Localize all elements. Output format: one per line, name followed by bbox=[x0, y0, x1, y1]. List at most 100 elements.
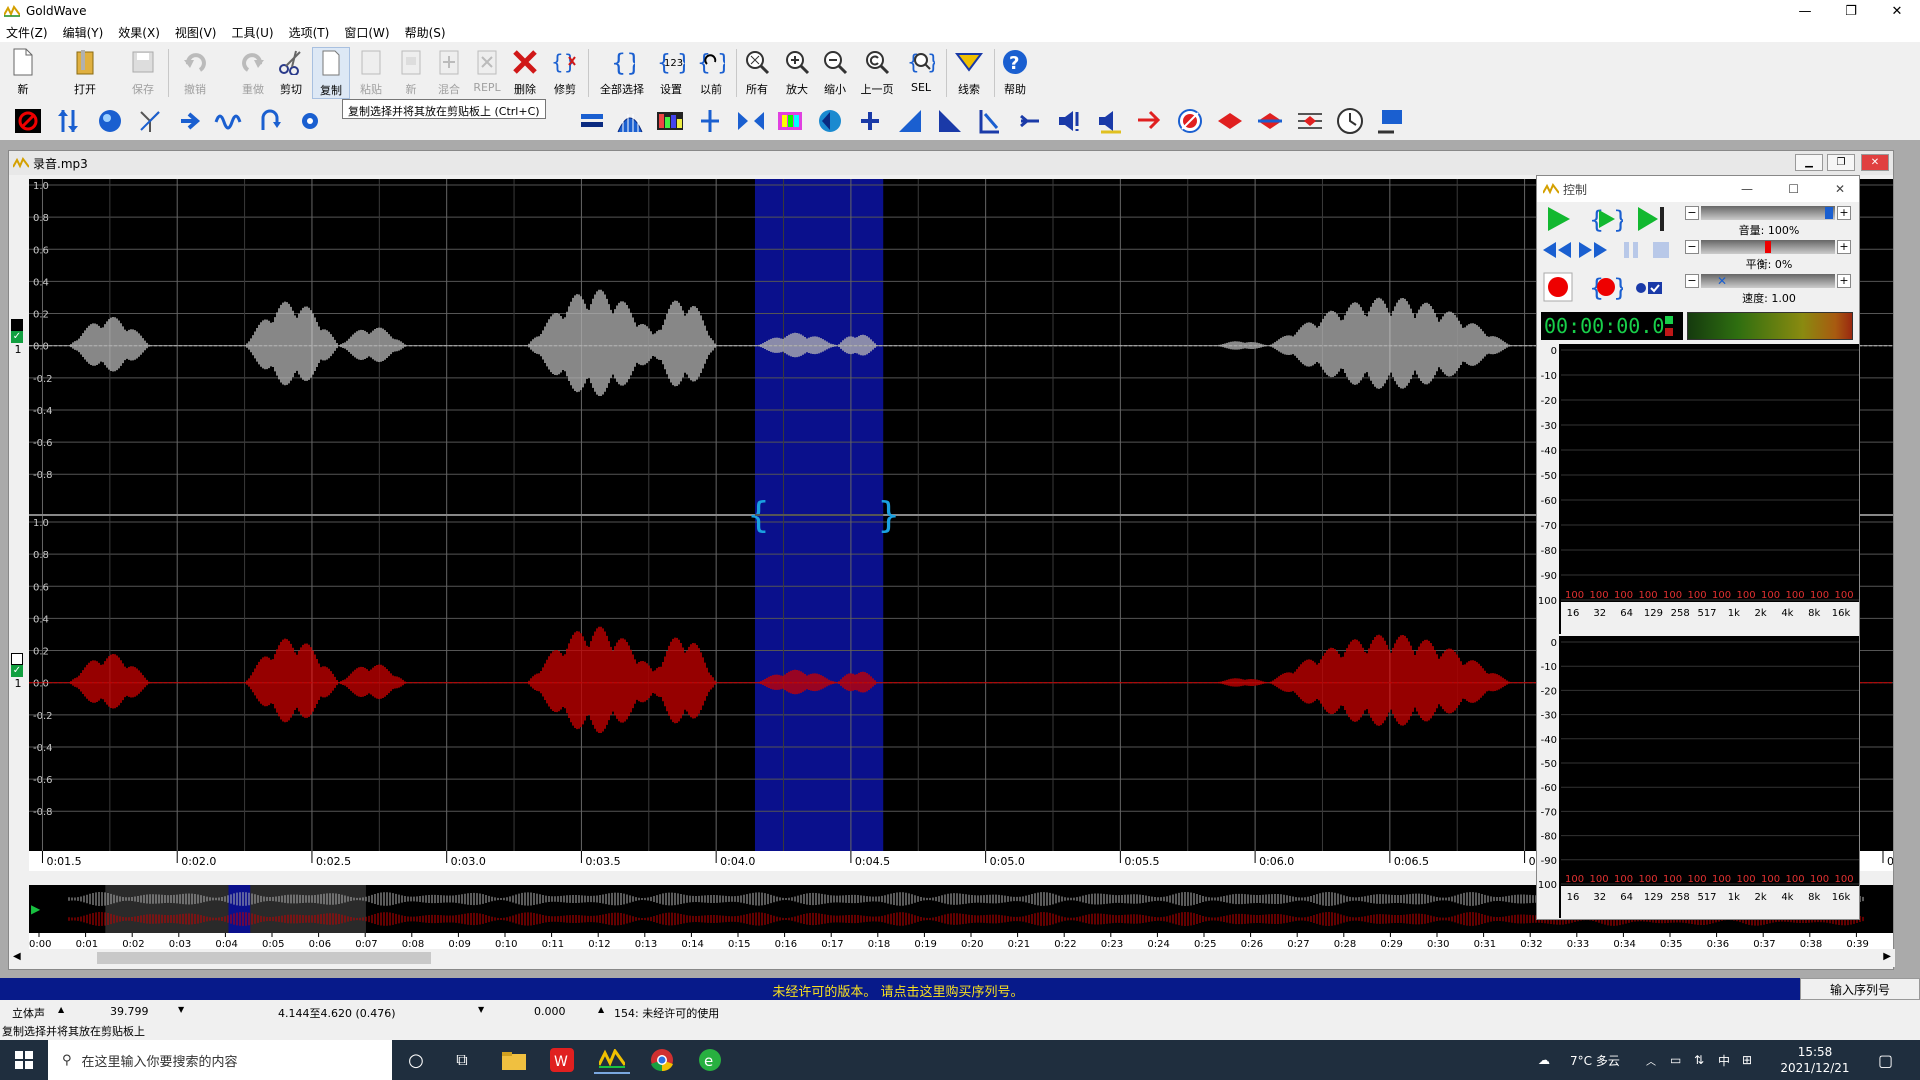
new-button[interactable]: 新 bbox=[4, 47, 42, 97]
volume-plus-icon[interactable]: + bbox=[1837, 206, 1851, 220]
sphere-effect-icon[interactable] bbox=[96, 107, 124, 135]
selection-dropdown-icon[interactable]: ▼ bbox=[478, 1005, 484, 1014]
weather-text[interactable]: 7°C 多云 bbox=[1570, 1040, 1620, 1080]
file-explorer-icon[interactable] bbox=[496, 1046, 532, 1074]
stereo-icon[interactable] bbox=[736, 107, 764, 135]
horizontal-scrollbar[interactable]: ◀ ▶ bbox=[9, 949, 1895, 967]
network-icon[interactable]: ⇅ bbox=[1694, 1040, 1704, 1080]
compress-icon[interactable] bbox=[1016, 107, 1044, 135]
fast-forward-button[interactable] bbox=[1577, 240, 1609, 263]
volume-minus-icon[interactable]: − bbox=[1685, 206, 1699, 220]
wps-icon[interactable]: W bbox=[544, 1046, 580, 1074]
cut-button[interactable]: 剪切 bbox=[272, 47, 310, 97]
spectrum-filter-icon[interactable] bbox=[656, 107, 684, 135]
control-maximize-button[interactable]: ☐ bbox=[1788, 182, 1799, 196]
channels-dropdown-icon[interactable]: ▲ bbox=[58, 1005, 64, 1014]
battery-icon[interactable]: ▭ bbox=[1670, 1040, 1681, 1080]
position-dropdown-icon[interactable]: ▲ bbox=[598, 1005, 604, 1014]
scroll-right-icon[interactable]: ▶ bbox=[1883, 951, 1891, 962]
gear-effect-icon[interactable] bbox=[296, 107, 324, 135]
wave-effect-icon[interactable] bbox=[214, 107, 242, 135]
doc-close-button[interactable]: ✕ bbox=[1861, 154, 1889, 171]
weather-icon[interactable]: ☁ bbox=[1538, 1040, 1550, 1080]
play-button[interactable] bbox=[1543, 204, 1573, 237]
clock[interactable]: 15:58 2021/12/21 bbox=[1780, 1040, 1850, 1080]
checkbox-icon[interactable]: ✓ bbox=[11, 665, 23, 677]
speed-slider[interactable]: − ✕ + bbox=[1685, 274, 1853, 288]
scroll-thumb[interactable] bbox=[97, 952, 431, 964]
menu-window[interactable]: 窗口(W) bbox=[344, 24, 389, 41]
trim-button[interactable]: {} 修剪 bbox=[546, 47, 584, 97]
previous-button[interactable]: {}以前 bbox=[692, 47, 730, 97]
zoom-in-button[interactable]: 放大 bbox=[778, 47, 816, 97]
record-selection-button[interactable]: {} bbox=[1589, 272, 1628, 305]
zoom-selection-button[interactable]: {}SEL bbox=[902, 47, 940, 94]
length-dropdown-icon[interactable]: ▼ bbox=[178, 1005, 184, 1014]
cue-button[interactable]: 线索 bbox=[950, 47, 988, 97]
marker-icon[interactable] bbox=[976, 107, 1004, 135]
volume-thumb[interactable] bbox=[1825, 207, 1833, 219]
close-button[interactable]: ✕ bbox=[1874, 0, 1920, 22]
open-button[interactable]: 打开 bbox=[66, 47, 104, 97]
registration-bar[interactable]: 未经许可的版本。 请点击这里购买序列号。 输入序列号 bbox=[0, 978, 1920, 1000]
rewind-button[interactable] bbox=[1541, 240, 1573, 263]
browser-e-icon[interactable]: e bbox=[692, 1046, 728, 1074]
restore-button[interactable]: ❐ bbox=[1828, 0, 1874, 22]
tray-expand-icon[interactable]: ︿ bbox=[1646, 1040, 1656, 1080]
fade-out-icon[interactable] bbox=[936, 107, 964, 135]
input-mode-icon[interactable]: ⊞ bbox=[1742, 1040, 1752, 1080]
balance-minus-icon[interactable]: − bbox=[1685, 240, 1699, 254]
registration-message[interactable]: 未经许可的版本。 请点击这里购买序列号。 bbox=[0, 981, 1796, 1000]
speed-minus-icon[interactable]: − bbox=[1685, 274, 1699, 288]
volume-slider[interactable]: − + bbox=[1685, 206, 1853, 220]
loop-effect-icon[interactable] bbox=[256, 107, 284, 135]
play-from-button[interactable] bbox=[1635, 204, 1667, 237]
scroll-left-icon[interactable]: ◀ bbox=[13, 951, 21, 962]
goldwave-taskbar-icon[interactable] bbox=[594, 1046, 630, 1074]
record-button[interactable] bbox=[1543, 272, 1573, 305]
menu-file[interactable]: 文件(Z) bbox=[6, 24, 48, 41]
windows-start-icon[interactable] bbox=[6, 1046, 42, 1074]
balance-plus-icon[interactable]: + bbox=[1837, 240, 1851, 254]
pause-button[interactable] bbox=[1621, 240, 1641, 263]
filter-icon[interactable] bbox=[616, 107, 644, 135]
save-button[interactable]: 保存 bbox=[124, 47, 162, 97]
volume-boost-icon[interactable] bbox=[1056, 107, 1084, 135]
undo-button[interactable]: 撤销 bbox=[176, 47, 214, 97]
cortana-icon[interactable]: ○ bbox=[398, 1046, 434, 1074]
pitch-icon[interactable] bbox=[696, 107, 724, 135]
reverse-icon[interactable] bbox=[1256, 107, 1284, 135]
menu-view[interactable]: 视图(V) bbox=[175, 24, 217, 41]
volume-shape-icon[interactable] bbox=[1096, 107, 1124, 135]
paste-button[interactable]: 粘贴 bbox=[352, 47, 390, 97]
fade-in-icon[interactable] bbox=[896, 107, 924, 135]
menu-effects[interactable]: 效果(X) bbox=[118, 24, 160, 41]
doc-restore-button[interactable]: ❐ bbox=[1827, 154, 1855, 171]
color-bar-icon[interactable] bbox=[776, 107, 804, 135]
speech-icon[interactable] bbox=[1376, 107, 1404, 135]
select-all-button[interactable]: {}全部选择 bbox=[600, 47, 644, 97]
right-channel-selector[interactable]: ✓ 1 bbox=[11, 653, 25, 693]
silence-icon[interactable] bbox=[1296, 107, 1324, 135]
menu-edit[interactable]: 编辑(Y) bbox=[63, 24, 104, 41]
control-close-button[interactable]: ✕ bbox=[1835, 182, 1845, 196]
set-button[interactable]: {123}设置 bbox=[652, 47, 690, 97]
clock-icon[interactable] bbox=[1336, 107, 1364, 135]
volume-track[interactable] bbox=[1701, 206, 1835, 220]
equalizer-icon[interactable] bbox=[578, 107, 606, 135]
checkbox-icon[interactable]: ✓ bbox=[11, 331, 23, 343]
zoom-out-button[interactable]: 缩小 bbox=[816, 47, 854, 97]
mute-icon[interactable] bbox=[1136, 107, 1164, 135]
menu-help[interactable]: 帮助(S) bbox=[405, 24, 446, 41]
doc-minimize-button[interactable]: ▁ bbox=[1795, 154, 1823, 171]
balance-thumb[interactable] bbox=[1765, 241, 1771, 253]
taskbar-search[interactable]: ⚲ 在这里输入你要搜索的内容 bbox=[48, 1040, 392, 1080]
minimize-button[interactable]: — bbox=[1782, 0, 1828, 22]
noise-reduction-icon[interactable] bbox=[1176, 107, 1204, 135]
zoom-previous-button[interactable]: 上一页 bbox=[858, 47, 896, 97]
arrow-right-icon[interactable] bbox=[176, 107, 204, 135]
control-minimize-button[interactable]: — bbox=[1741, 182, 1753, 196]
help-button[interactable]: ? 帮助 bbox=[996, 47, 1034, 97]
status-channels[interactable]: 立体声 bbox=[12, 1005, 45, 1021]
menu-options[interactable]: 选项(T) bbox=[289, 24, 330, 41]
